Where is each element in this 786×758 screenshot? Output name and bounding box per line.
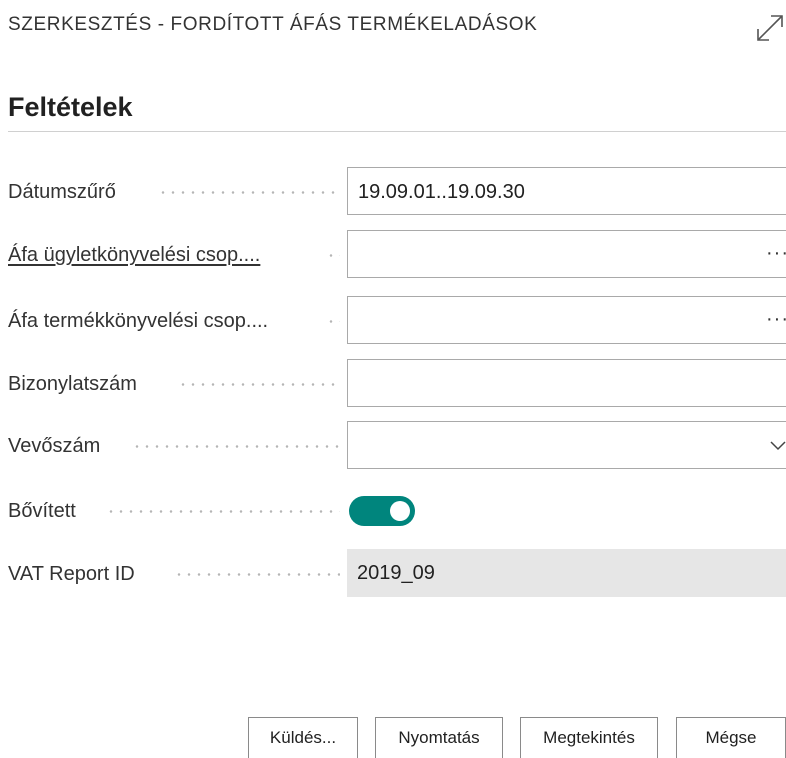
field-vat-business-posting-group: Áfa ügyletkönyvelési csop.... ··· (8, 230, 786, 280)
vat-report-id-value: 2019_09 (347, 549, 786, 597)
leader-dots (106, 510, 340, 513)
section-divider (8, 131, 786, 132)
chevron-down-icon[interactable] (769, 437, 786, 455)
field-value: 19.09.01..19.09.30 (358, 181, 525, 203)
field-extended: Bővített (8, 486, 786, 536)
toggle-knob (390, 501, 410, 521)
date-filter-input[interactable]: 19.09.01..19.09.30 (347, 167, 786, 215)
field-vat-report-id: VAT Report ID 2019_09 (8, 549, 786, 599)
preview-button[interactable]: Megtekintés (520, 717, 658, 758)
field-value: 2019_09 (357, 562, 435, 584)
leader-dots (178, 383, 340, 386)
leader-dots (158, 191, 340, 194)
customer-no-select[interactable] (347, 421, 786, 469)
print-button[interactable]: Nyomtatás (375, 717, 503, 758)
lookup-ellipsis-icon[interactable]: ··· (766, 231, 786, 279)
document-no-input[interactable] (347, 359, 786, 407)
leader-dots (326, 254, 340, 257)
field-label: VAT Report ID (8, 563, 135, 585)
extended-toggle[interactable] (349, 496, 415, 526)
section-title: Feltételek (8, 92, 133, 122)
leader-dots (174, 573, 340, 576)
send-button[interactable]: Küldés... (248, 717, 358, 758)
field-label: Vevőszám (8, 435, 101, 457)
field-label: Áfa termékkönyvelési csop.... (8, 310, 269, 332)
lookup-ellipsis-icon[interactable]: ··· (766, 297, 786, 345)
field-customer-no: Vevőszám (8, 421, 786, 471)
field-label: Dátumszűrő (8, 181, 116, 203)
field-date-filter: Dátumszűrő 19.09.01..19.09.30 (8, 167, 786, 217)
cancel-button[interactable]: Mégse (676, 717, 786, 758)
field-label: Bizonylatszám (8, 373, 137, 395)
vat-business-posting-group-input[interactable]: ··· (347, 230, 786, 278)
leader-dots (132, 445, 340, 448)
field-label: Bővített (8, 500, 76, 522)
field-vat-product-posting-group: Áfa termékkönyvelési csop.... ··· (8, 296, 786, 346)
field-label-link[interactable]: Áfa ügyletkönyvelési csop.... (8, 230, 260, 280)
vat-product-posting-group-input[interactable]: ··· (347, 296, 786, 344)
field-document-no: Bizonylatszám (8, 359, 786, 409)
expand-arrows-icon[interactable] (754, 12, 786, 44)
leader-dots (326, 320, 340, 323)
dialog-title: SZERKESZTÉS - FORDÍTOTT ÁFÁS TERMÉKELADÁ… (8, 14, 538, 35)
